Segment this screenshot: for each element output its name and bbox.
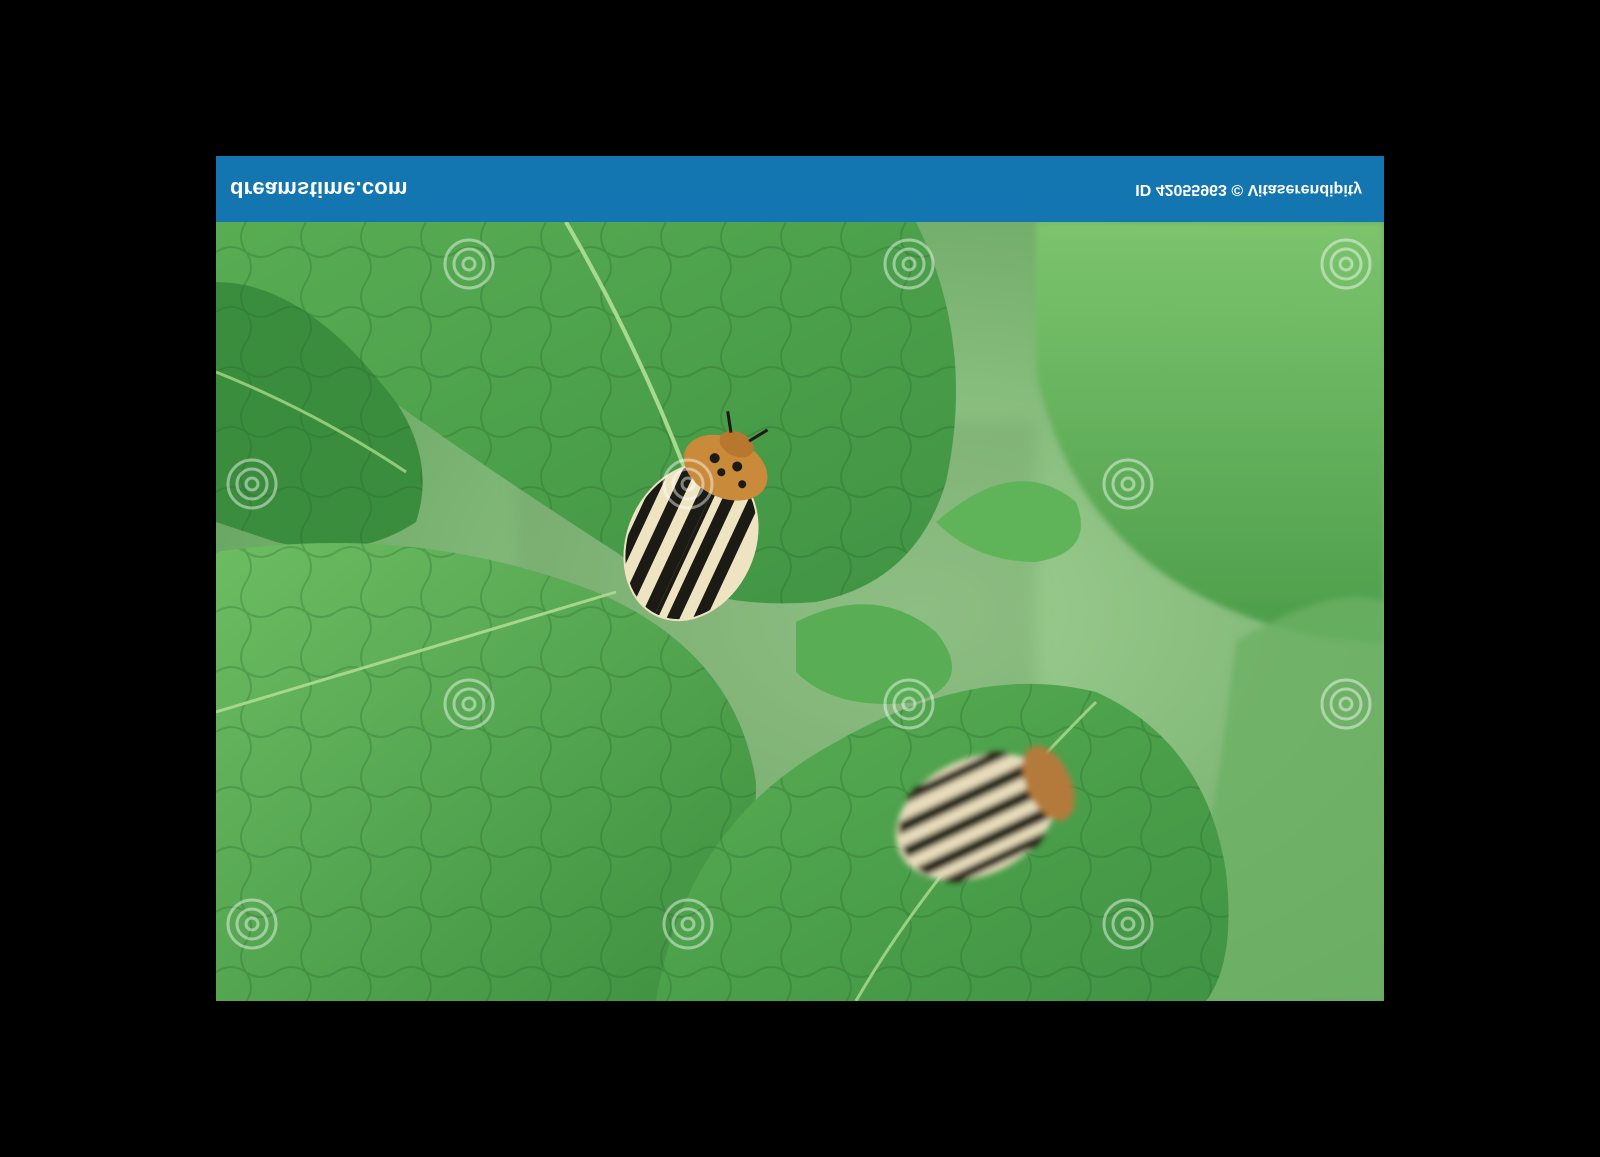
image-credit: ID 42055963 © Vitaserendipity (1135, 181, 1362, 198)
watermark-banner: dreamstime.com ID 42055963 © Vitaserendi… (216, 156, 1384, 222)
photo (216, 222, 1384, 1001)
photo-frame: dreamstime.com ID 42055963 © Vitaserendi… (216, 156, 1384, 1001)
brand-logo-text: dreamstime.com (230, 177, 408, 202)
leaf-beetle-illustration (216, 222, 1384, 1001)
